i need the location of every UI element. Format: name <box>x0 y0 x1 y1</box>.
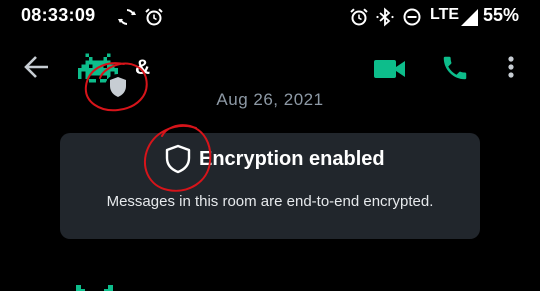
encryption-notice-card: Encryption enabled Messages in this room… <box>60 133 480 239</box>
voice-call-button[interactable] <box>440 53 470 83</box>
network-type: LTE <box>430 6 460 23</box>
status-time: 08:33:09 <box>21 5 96 25</box>
back-button[interactable] <box>22 52 52 82</box>
more-options-button[interactable] <box>500 52 522 82</box>
more-vert-icon <box>508 56 514 78</box>
encryption-description: Messages in this room are end-to-end enc… <box>106 193 434 210</box>
battery-level: 55% <box>483 5 520 25</box>
bluetooth-icon <box>376 7 394 27</box>
sync-icon <box>118 9 136 25</box>
shield-icon <box>165 144 191 174</box>
do-not-disturb-icon <box>403 8 421 26</box>
encryption-title: Encryption enabled <box>199 148 385 170</box>
date-separator: Aug 26, 2021 <box>216 90 324 109</box>
room-name[interactable]: & <box>135 56 150 80</box>
video-call-button[interactable] <box>372 56 408 82</box>
sender-avatar[interactable] <box>70 281 122 291</box>
voice-call-icon <box>443 56 467 80</box>
alarm-icon <box>145 8 163 26</box>
status-bar: 08:33:09 LTE 55% <box>0 0 540 34</box>
video-call-icon <box>374 60 405 78</box>
signal-icon <box>461 9 478 26</box>
alarm-icon <box>350 8 368 26</box>
arrow-left-icon <box>24 56 48 78</box>
